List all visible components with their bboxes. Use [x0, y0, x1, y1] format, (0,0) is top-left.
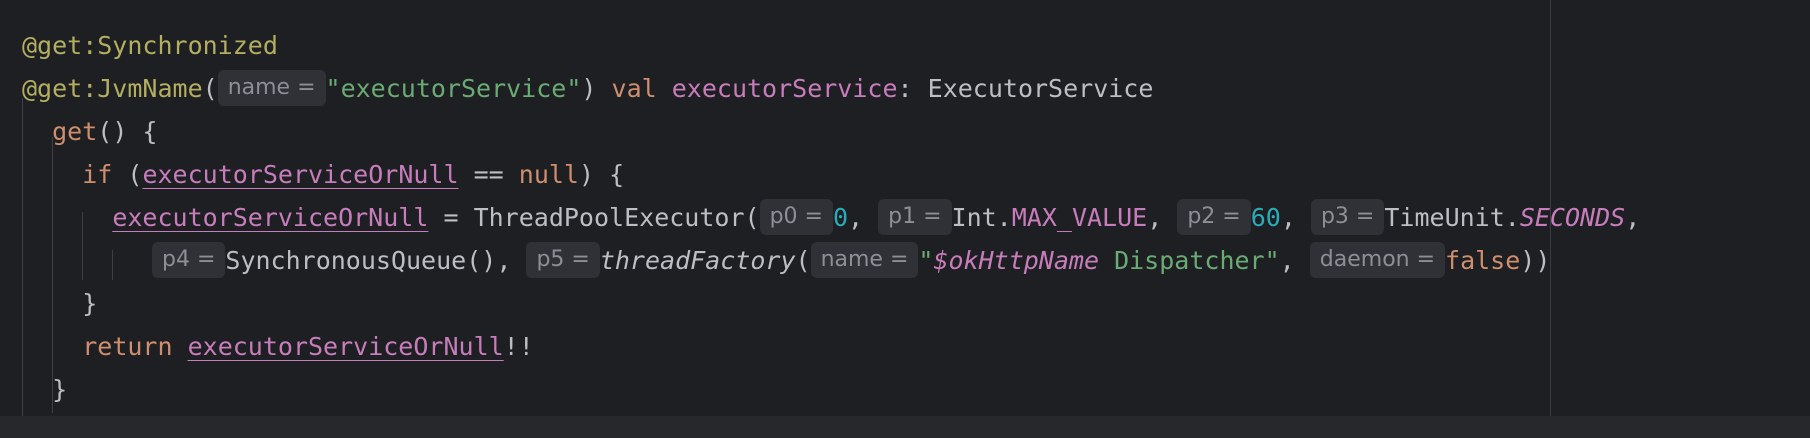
number-0: 0: [832, 203, 849, 232]
comma: ,: [1280, 203, 1296, 232]
property-executor-service-or-null: executorServiceOrNull: [112, 203, 429, 232]
open-paren: (: [795, 246, 811, 275]
code-line-1[interactable]: @get:Synchronized: [22, 24, 278, 68]
open-paren: (: [202, 74, 218, 103]
parameter-hint-p0: p0 =: [759, 199, 833, 235]
parameter-hint-name: name =: [217, 70, 326, 106]
code-line-8[interactable]: return executorServiceOrNull!!: [22, 325, 534, 369]
timeunit-type: TimeUnit.: [1384, 203, 1520, 232]
code-line-7[interactable]: }: [22, 282, 97, 326]
string-literal: Dispatcher": [1099, 246, 1280, 275]
close-paren-brace: ) {: [578, 160, 625, 189]
parameter-hint-p4: p4 =: [152, 242, 226, 278]
property-executor-service-or-null: executorServiceOrNull: [142, 160, 459, 189]
keyword-return: return: [82, 332, 173, 361]
code-line-9[interactable]: }: [22, 368, 67, 412]
close-parens: )): [1520, 246, 1551, 275]
synchronous-queue-call: SynchronousQueue(),: [225, 246, 512, 275]
string-literal: "executorService": [325, 74, 582, 103]
int-type: Int.: [951, 203, 1012, 232]
keyword-null: null: [518, 160, 579, 189]
comma: ,: [1147, 203, 1163, 232]
parameter-hint-p5: p5 =: [526, 242, 600, 278]
getter-open: () {: [97, 117, 158, 146]
code-line-5[interactable]: executorServiceOrNull = ThreadPoolExecut…: [22, 196, 1640, 240]
keyword-false: false: [1445, 246, 1521, 275]
code-line-6[interactable]: p4 = SynchronousQueue(), p5 = threadFactor…: [152, 239, 1550, 283]
string-interpolation: $okHttpName: [933, 246, 1100, 275]
indent-guide: [112, 250, 113, 280]
open-paren: (: [127, 160, 143, 189]
code-line-3[interactable]: get() {: [22, 110, 157, 154]
parameter-hint-daemon: daemon =: [1309, 242, 1446, 278]
thread-factory-call: threadFactory: [599, 246, 796, 275]
thread-pool-executor-call: ThreadPoolExecutor(: [473, 203, 760, 232]
closing-brace: }: [52, 375, 68, 404]
parameter-hint-p1: p1 =: [878, 199, 952, 235]
not-null-assertion: !!: [503, 332, 534, 361]
code-line-2[interactable]: @get:JvmName(name = "executorService") va…: [22, 67, 1153, 111]
closing-brace: }: [82, 289, 98, 318]
max-value-constant: MAX_VALUE: [1011, 203, 1148, 232]
keyword-get: get: [52, 117, 98, 146]
assign-operator: =: [443, 203, 459, 232]
comma: ,: [1625, 203, 1641, 232]
colon: :: [897, 74, 913, 103]
annotation-synchronized: @get:Synchronized: [22, 31, 278, 60]
property-executor-service: executorService: [671, 74, 898, 103]
type-executor-service: ExecutorService: [927, 74, 1154, 103]
comma: ,: [1279, 246, 1295, 275]
code-editor[interactable]: @get:Synchronized @get:JvmName(name = "ex…: [0, 0, 1810, 438]
annotation-jvmname: @get:JvmName: [22, 74, 203, 103]
parameter-hint-name: name =: [810, 242, 919, 278]
string-quote: ": [918, 246, 934, 275]
property-executor-service-or-null: executorServiceOrNull: [187, 332, 504, 361]
editor-bottom-strip: [0, 416, 1810, 438]
close-paren: ): [581, 74, 597, 103]
number-60: 60: [1250, 203, 1281, 232]
keyword-val: val: [611, 74, 657, 103]
seconds-constant: SECONDS: [1519, 203, 1626, 232]
parameter-hint-p3: p3 =: [1310, 199, 1385, 235]
keyword-if: if: [82, 160, 113, 189]
code-line-4[interactable]: if (executorServiceOrNull == null) {: [22, 153, 624, 197]
equality-operator: ==: [473, 160, 504, 189]
parameter-hint-p2: p2 =: [1177, 199, 1251, 235]
comma: ,: [848, 203, 864, 232]
